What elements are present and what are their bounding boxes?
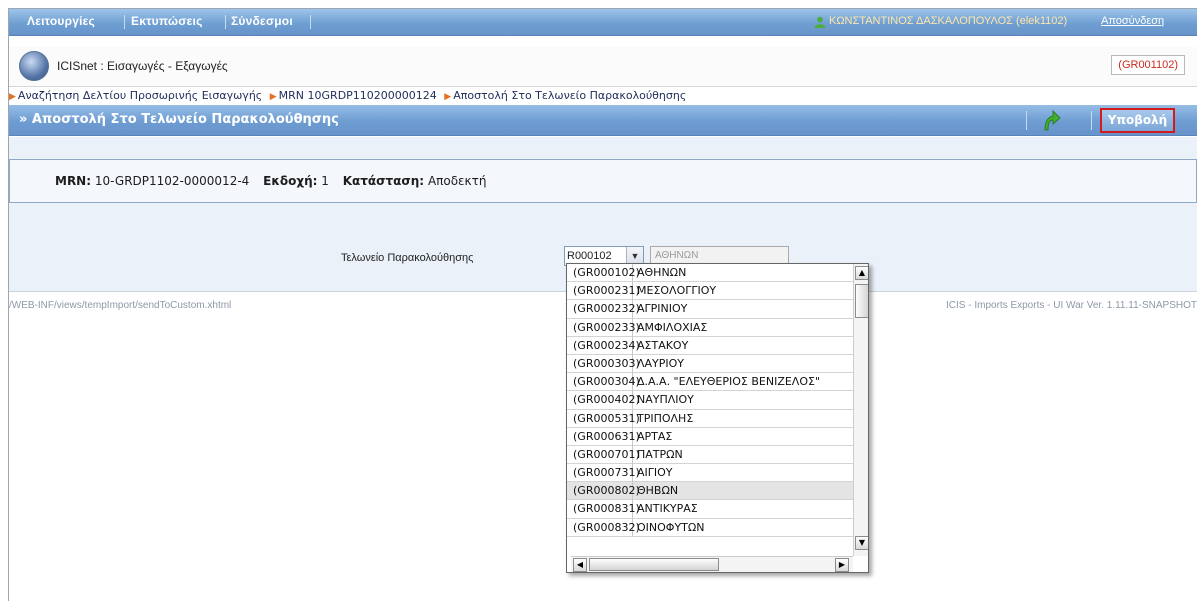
green-arrow-icon[interactable]	[1039, 109, 1061, 131]
option-code: (GR000832)	[567, 518, 640, 537]
breadcrumb-arrow-icon: ▶	[444, 92, 452, 102]
option-name: ΤΡΙΠΟΛΗΣ	[637, 411, 694, 425]
option-name: ΑΝΤΙΚΥΡΑΣ	[637, 502, 698, 516]
scroll-left-icon[interactable]: ◀	[573, 558, 587, 572]
dropdown-option[interactable]: (GR000531) ΤΡΙΠΟΛΗΣ	[567, 409, 853, 428]
option-code: (GR000802)	[567, 482, 640, 501]
option-name: ΜΕΣΟΛΟΓΓΙΟΥ	[637, 284, 717, 298]
option-code: (GR000831)	[567, 500, 640, 519]
app-title: ICISnet : Εισαγωγές - Εξαγωγές	[57, 59, 228, 73]
breadcrumb-arrow-icon: ▶	[269, 92, 277, 102]
option-name: ΠΑΤΡΩΝ	[637, 447, 683, 461]
top-menu-bar: Λειτουργίες Εκτυπώσεις Σύνδεσμοι ΚΩΝΣΤΑΝ…	[9, 9, 1197, 36]
option-name: ΑΜΦΙΛΟΧΙΑΣ	[637, 320, 708, 334]
option-name: ΑΡΤΑΣ	[637, 429, 673, 443]
page-title: » Αποστολή Στο Τελωνείο Παρακολούθησης	[19, 112, 339, 127]
select-value: R000102	[567, 250, 612, 262]
dropdown-option[interactable]: (GR000231) ΜΕΣΟΛΟΓΓΙΟΥ	[567, 282, 853, 301]
option-name: ΟΙΝΟΦΥΤΩΝ	[637, 520, 705, 534]
dropdown-option[interactable]: (GR000701) ΠΑΤΡΩΝ	[567, 445, 853, 465]
app-title-bar: ICISnet : Εισαγωγές - Εξαγωγές (GR001102…	[9, 47, 1197, 87]
mrn-value: 10-GRDP1102-0000012-4	[94, 174, 250, 188]
office-code-badge: (GR001102)	[1111, 55, 1185, 75]
dropdown-option[interactable]: (GR000234) ΑΣΤΑΚΟΥ	[567, 336, 853, 355]
office-dropdown-list[interactable]: (GR000102) ΑΘΗΝΩΝ (GR000231) ΜΕΣΟΛΟΓΓΙΟΥ (GR…	[566, 263, 869, 573]
version-label: Εκδοχή:	[263, 174, 318, 188]
menu-separator	[124, 15, 125, 29]
horizontal-scrollbar[interactable]: ◀ ▶	[571, 556, 853, 572]
option-name: ΑΙΓΙΟΥ	[637, 466, 673, 480]
option-name: Δ.Α.Α. "ΕΛΕΥΘΕΡΙΟΣ ΒΕΝΙΖΕΛΟΣ"	[637, 375, 821, 389]
toolbar-separator	[1026, 111, 1027, 130]
dropdown-option[interactable]: (GR000832) ΟΙΝΟΦΥΤΩΝ	[567, 518, 853, 537]
dropdown-option[interactable]: (GR000731) ΑΙΓΙΟΥ	[567, 464, 853, 483]
option-code: (GR000232)	[567, 300, 640, 319]
breadcrumb-mrn[interactable]: MRN 10GRDP110200000124	[279, 89, 437, 102]
option-name: ΝΑΥΠΛΙΟΥ	[637, 393, 694, 407]
option-name: ΛΑΥΡΙΟΥ	[637, 356, 685, 370]
status-label: Κατάσταση:	[342, 174, 425, 188]
option-name: ΑΓΡΙΝΙΟΥ	[637, 302, 688, 316]
option-code: (GR000631)	[567, 427, 640, 446]
option-code: (GR000701)	[567, 445, 640, 464]
menu-links[interactable]: Σύνδεσμοι	[231, 14, 293, 28]
option-code: (GR000102)	[567, 264, 640, 282]
dropdown-option[interactable]: (GR000802) ΘΗΒΩΝ	[567, 482, 853, 501]
dropdown-option[interactable]: (GR000631) ΑΡΤΑΣ	[567, 427, 853, 446]
dropdown-option[interactable]: (GR000232) ΑΓΡΙΝΙΟΥ	[567, 300, 853, 319]
declaration-info-row: MRN: 10-GRDP1102-0000012-4 Εκδοχή: 1 Κατ…	[55, 174, 486, 188]
user-icon	[814, 16, 826, 28]
footer-version: ICIS - Imports Exports - UI War Ver. 1.1…	[946, 300, 1197, 311]
version-value: 1	[321, 174, 329, 188]
dropdown-option[interactable]: (GR000303) ΛΑΥΡΙΟΥ	[567, 354, 853, 374]
option-code: (GR000304)	[567, 373, 640, 392]
scrollbar-thumb[interactable]	[855, 284, 868, 318]
mrn-label: MRN:	[55, 174, 92, 188]
menu-functions[interactable]: Λειτουργίες	[27, 14, 95, 28]
toolbar-separator	[1091, 111, 1092, 130]
breadcrumb-current: Αποστολή Στο Τελωνείο Παρακολούθησης	[453, 89, 687, 102]
footer-view-path: /WEB-INF/views/tempImport/sendToCustom.x…	[9, 300, 232, 311]
monitoring-office-label: Τελωνείο Παρακολούθησης	[341, 252, 474, 264]
option-code: (GR000231)	[567, 282, 640, 301]
dropdown-option[interactable]: (GR000304) Δ.Α.Α. "ΕΛΕΥΘΕΡΙΟΣ ΒΕΝΙΖΕΛΟΣ"	[567, 373, 853, 392]
scroll-up-icon[interactable]: ▲	[855, 266, 868, 280]
dropdown-option[interactable]: (GR000402) ΝΑΥΠΛΙΟΥ	[567, 391, 853, 410]
globe-logo-icon	[19, 51, 49, 81]
submit-button[interactable]: Υποβολή	[1100, 108, 1175, 133]
dropdown-option[interactable]: (GR000233) ΑΜΦΙΛΟΧΙΑΣ	[567, 318, 853, 337]
option-name: ΑΣΤΑΚΟΥ	[637, 338, 689, 352]
page-header-bar: » Αποστολή Στο Τελωνείο Παρακολούθησης Υ…	[9, 105, 1197, 136]
breadcrumb-arrow-icon: ▶	[9, 92, 16, 102]
breadcrumb-search[interactable]: Αναζήτηση Δελτίου Προσωρινής Εισαγωγής	[18, 89, 262, 102]
menu-separator	[225, 15, 226, 29]
option-code: (GR000731)	[567, 464, 640, 483]
status-value: Αποδεκτή	[427, 174, 487, 188]
option-code: (GR000531)	[567, 409, 640, 428]
user-name: ΚΩΝΣΤΑΝΤΙΝΟΣ ΔΑΣΚΑΛΟΠΟΥΛΟΣ (elek1102)	[829, 15, 1068, 27]
menu-prints[interactable]: Εκτυπώσεις	[131, 14, 203, 28]
breadcrumb: ▶ Αναζήτηση Δελτίου Προσωρινής Εισαγωγής …	[9, 89, 690, 104]
option-name: ΑΘΗΝΩΝ	[637, 266, 687, 279]
logout-link[interactable]: Αποσύνδεση	[1101, 15, 1164, 27]
scrollbar-thumb[interactable]	[589, 558, 719, 571]
vertical-scrollbar[interactable]: ▲ ▼	[853, 264, 868, 556]
scroll-right-icon[interactable]: ▶	[835, 558, 849, 572]
option-name: ΘΗΒΩΝ	[637, 484, 679, 498]
declaration-summary: MRN: 10-GRDP1102-0000012-4 Εκδοχή: 1 Κατ…	[9, 159, 1197, 203]
option-code: (GR000234)	[567, 336, 640, 355]
option-code: (GR000233)	[567, 318, 640, 337]
option-code: (GR000402)	[567, 391, 640, 410]
dropdown-option[interactable]: (GR000102) ΑΘΗΝΩΝ	[567, 264, 853, 283]
dropdown-option[interactable]: (GR000831) ΑΝΤΙΚΥΡΑΣ	[567, 500, 853, 519]
dropdown-options: (GR000102) ΑΘΗΝΩΝ (GR000231) ΜΕΣΟΛΟΓΓΙΟΥ (GR…	[567, 264, 853, 556]
menu-separator	[310, 15, 311, 29]
option-code: (GR000303)	[567, 354, 640, 373]
scroll-down-icon[interactable]: ▼	[855, 536, 868, 550]
app-frame: Λειτουργίες Εκτυπώσεις Σύνδεσμοι ΚΩΝΣΤΑΝ…	[8, 8, 1197, 601]
